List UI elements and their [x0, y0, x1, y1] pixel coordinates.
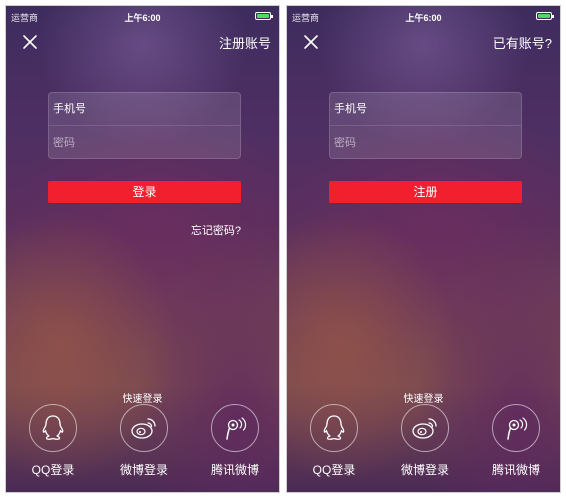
weibo-icon — [131, 418, 156, 439]
qq-login-button[interactable]: QQ登录 — [18, 404, 88, 478]
weibo-icon — [412, 418, 437, 439]
have-account-link[interactable]: 已有账号? — [493, 33, 552, 52]
weibo-login-button[interactable]: 微博登录 — [390, 404, 460, 478]
password-row — [49, 126, 240, 159]
qq-icon — [42, 415, 64, 440]
login-button[interactable]: 登录 — [48, 181, 241, 203]
qq-login-button[interactable]: QQ登录 — [299, 404, 369, 478]
close-icon[interactable] — [303, 34, 319, 50]
tencent-weibo-login-label: 腾讯微博 — [210, 463, 259, 477]
forgot-password-link[interactable]: 忘记密码? — [191, 222, 241, 238]
quick-login-title: 快速登录 — [122, 394, 163, 405]
register-screen: 运营商 上午6:00 已有账号? 注册 快速登录 QQ登录 — [286, 5, 561, 493]
password-row — [330, 126, 521, 159]
phone-input[interactable] — [53, 103, 240, 115]
tencent-weibo-login-button[interactable]: 腾讯微博 — [481, 404, 551, 478]
register-button[interactable]: 注册 — [329, 181, 522, 203]
phone-row — [49, 93, 240, 126]
password-input[interactable] — [53, 136, 240, 149]
battery-icon — [536, 12, 554, 20]
close-icon[interactable] — [22, 34, 38, 50]
register-form — [329, 92, 522, 159]
status-bar: 运营商 上午6:00 — [287, 6, 560, 26]
tencent-weibo-icon — [226, 417, 247, 440]
tencent-weibo-login-label: 腾讯微博 — [491, 463, 540, 477]
login-form — [48, 92, 241, 159]
weibo-login-label: 微博登录 — [119, 463, 168, 477]
qq-icon — [323, 415, 345, 440]
tencent-weibo-icon — [507, 417, 528, 440]
password-input[interactable] — [334, 136, 521, 149]
status-time: 上午6:00 — [124, 13, 161, 23]
battery-icon — [255, 12, 273, 20]
register-account-link[interactable]: 注册账号 — [219, 33, 271, 52]
phone-input[interactable] — [334, 103, 521, 115]
status-time: 上午6:00 — [405, 13, 442, 23]
weibo-login-button[interactable]: 微博登录 — [109, 404, 179, 478]
tencent-weibo-login-button[interactable]: 腾讯微博 — [200, 404, 270, 478]
login-screen: 运营商 上午6:00 注册账号 登录 忘记密码? 快速登录 QQ登录 — [5, 5, 280, 493]
quick-login-title: 快速登录 — [403, 394, 444, 405]
qq-login-label: QQ登录 — [312, 463, 356, 477]
phone-row — [330, 93, 521, 126]
weibo-login-label: 微博登录 — [400, 463, 449, 477]
qq-login-label: QQ登录 — [31, 463, 75, 477]
status-bar: 运营商 上午6:00 — [6, 6, 279, 26]
